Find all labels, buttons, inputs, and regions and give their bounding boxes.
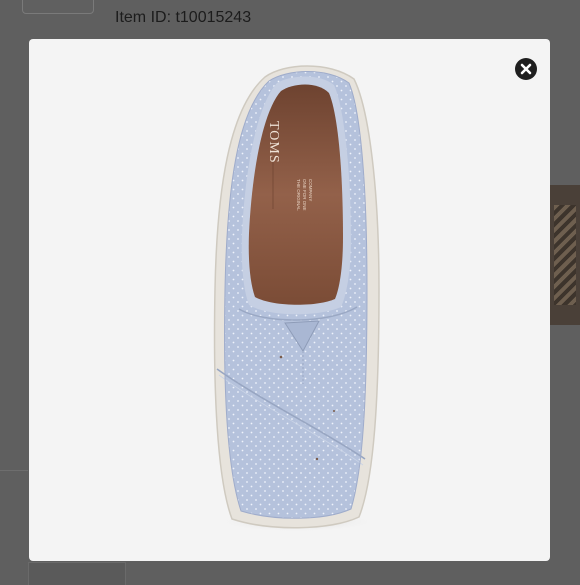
background-thumbnail xyxy=(550,185,580,325)
product-image: THE ORIGINAL ONE FOR ONE COMPANY xyxy=(213,65,380,532)
background-tab xyxy=(28,562,126,585)
svg-text:ONE FOR ONE: ONE FOR ONE xyxy=(302,179,307,211)
item-id-label: Item ID: t10015243 xyxy=(115,9,252,26)
svg-text:THE ORIGINAL: THE ORIGINAL xyxy=(296,179,301,211)
brand-logo-text: TOMS xyxy=(266,121,281,164)
background-button xyxy=(22,0,94,14)
close-icon xyxy=(520,63,532,75)
close-button[interactable] xyxy=(515,58,537,80)
background-divider xyxy=(0,470,28,471)
image-modal: THE ORIGINAL ONE FOR ONE COMPANY TOMS xyxy=(29,39,550,561)
svg-text:COMPANY: COMPANY xyxy=(308,179,313,201)
